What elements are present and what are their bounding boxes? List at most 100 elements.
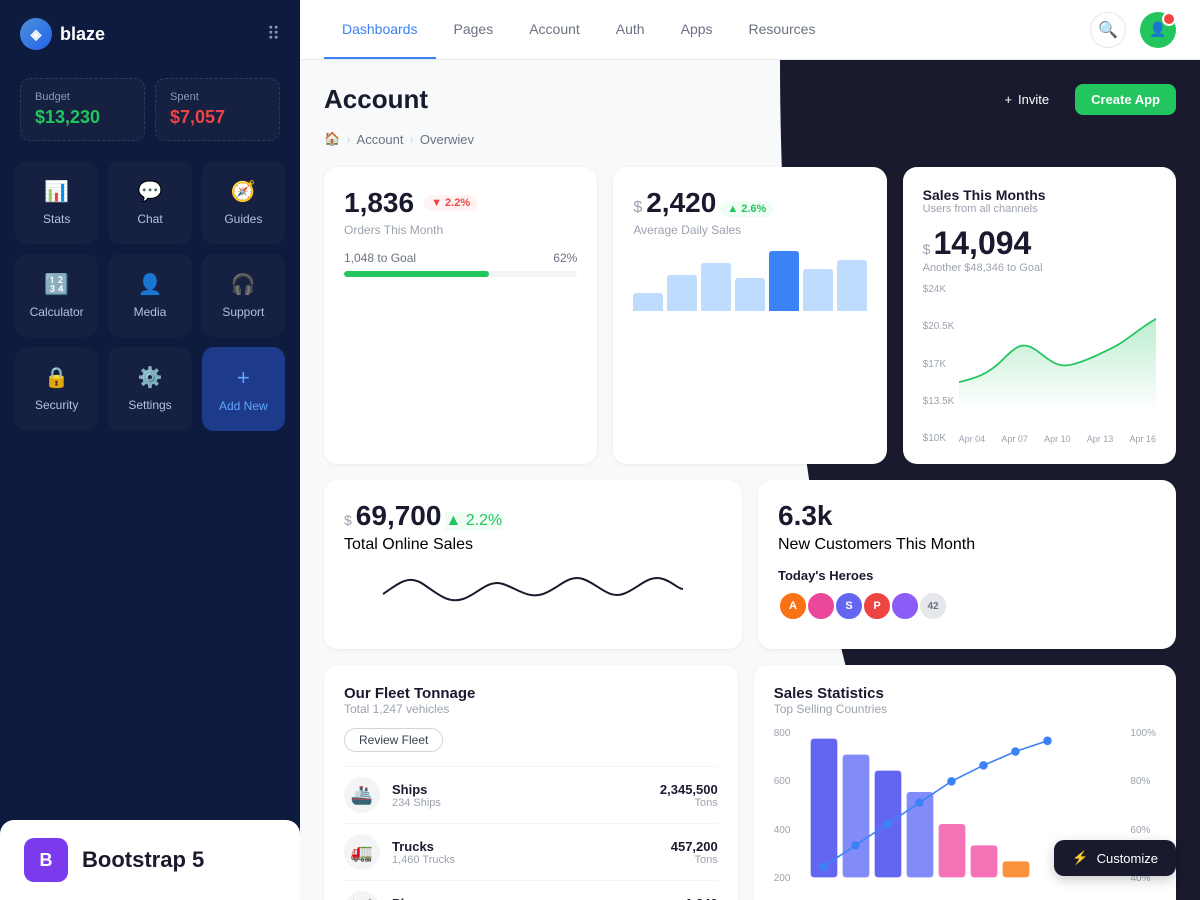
nav-label-support: Support [222, 305, 264, 319]
nav-item-stats[interactable]: 📊 Stats [15, 161, 98, 244]
user-avatar-button[interactable]: 👤 [1140, 12, 1176, 48]
spent-value: $7,057 [170, 107, 265, 128]
create-app-button[interactable]: Create App [1075, 84, 1176, 115]
nav-item-security[interactable]: 🔒 Security [15, 347, 98, 431]
top-nav-tabs: Dashboards Pages Account Auth Apps Resou… [324, 1, 833, 59]
sales-prefix: $ [923, 241, 931, 257]
trucks-value: 457,200 Tons [671, 839, 718, 866]
daily-sales-stat-card: $ 2,420 ▲ 2.6% Average Daily Sales [613, 167, 886, 464]
nav-label-media: Media [134, 305, 167, 319]
content-inner: Account + Invite Create App 🏠 › Account … [324, 84, 1176, 900]
sales-month-card: Sales This Months Users from all channel… [903, 167, 1176, 464]
daily-sales-label: Average Daily Sales [633, 223, 866, 237]
header-actions: + Invite Create App [988, 84, 1176, 115]
support-icon: 🎧 [231, 272, 256, 297]
bar-5 [769, 251, 799, 311]
nav-item-chat[interactable]: 💬 Chat [108, 161, 191, 244]
nav-item-guides[interactable]: 🧭 Guides [202, 161, 285, 244]
trucks-unit: Tons [671, 854, 718, 866]
online-sales-number: 69,700 [356, 500, 442, 532]
nav-item-support[interactable]: 🎧 Support [202, 254, 285, 337]
new-customers-card: 6.3k New Customers This Month Today's He… [758, 480, 1176, 649]
sales-month-chart: $24K $20.5K $17K $13.5K $10K [923, 284, 1156, 444]
nav-item-media[interactable]: 👤 Media [108, 254, 191, 337]
planes-icon: ✈️ [344, 891, 380, 900]
page-title: Account [324, 84, 428, 115]
bar-4 [735, 278, 765, 311]
fleet-title: Our Fleet Tonnage [344, 685, 718, 702]
tab-pages[interactable]: Pages [436, 1, 512, 59]
content-area: Account + Invite Create App 🏠 › Account … [300, 60, 1200, 900]
ships-value: 2,345,500 Tons [660, 782, 718, 809]
progress-goal-label: 1,048 to Goal [344, 251, 416, 265]
sidebar-header: ◈ blaze ⠿ [0, 0, 300, 68]
search-button[interactable]: 🔍 [1090, 12, 1126, 48]
bottom-grid: Our Fleet Tonnage Total 1,247 vehicles R… [324, 665, 1176, 900]
security-icon: 🔒 [44, 365, 69, 390]
wavy-chart [344, 564, 722, 624]
sy-1: 800 [774, 728, 791, 739]
progress-pct: 62% [553, 251, 577, 265]
ships-info: Ships 234 Ships [392, 782, 648, 809]
customize-button[interactable]: ⚡ Customize [1054, 840, 1176, 876]
invite-plus-icon: + [1004, 92, 1012, 107]
ships-icon: 🚢 [344, 777, 380, 813]
avatar-2 [806, 591, 836, 621]
tab-dashboards[interactable]: Dashboards [324, 1, 436, 59]
online-sales-badge: ▲ 2.2% [445, 512, 502, 530]
sales-big-num: 14,094 [933, 225, 1031, 262]
online-sales-label: Total Online Sales [344, 536, 722, 554]
bar-2 [667, 275, 697, 311]
fleet-row-trucks: 🚛 Trucks 1,460 Trucks 457,200 Tons [344, 823, 718, 880]
ships-unit: Tons [660, 797, 718, 809]
tab-apps[interactable]: Apps [663, 1, 731, 59]
x-label-5: Apr 16 [1129, 434, 1156, 444]
daily-sales-prefix: $ [633, 199, 642, 217]
y-label-1: $24K [923, 284, 955, 295]
heroes-avatars: A S P 42 [778, 591, 1156, 621]
nav-label-calculator: Calculator [30, 305, 84, 319]
nav-item-add-new[interactable]: + Add New [202, 347, 285, 431]
ships-sub: 234 Ships [392, 797, 648, 809]
ships-name: Ships [392, 782, 648, 797]
nav-item-calculator[interactable]: 🔢 Calculator [15, 254, 98, 337]
planes-info: Planes 8 Aircrafts [392, 896, 673, 900]
sy-2: 600 [774, 776, 791, 787]
nav-label-chat: Chat [137, 212, 162, 226]
new-customers-label: New Customers This Month [778, 536, 1156, 554]
fleet-row-planes: ✈️ Planes 8 Aircrafts 1,240 Tons [344, 880, 718, 900]
tab-resources[interactable]: Resources [731, 1, 834, 59]
fleet-card: Our Fleet Tonnage Total 1,247 vehicles R… [324, 665, 738, 900]
invite-button[interactable]: + Invite [988, 84, 1065, 115]
tab-account[interactable]: Account [511, 1, 598, 59]
progress-fill [344, 271, 489, 277]
breadcrumb-account[interactable]: Account [357, 132, 404, 147]
sy-3: 400 [774, 825, 791, 836]
stats-icon: 📊 [44, 179, 69, 204]
bar-1 [633, 293, 663, 311]
spct-1: 100% [1130, 728, 1156, 739]
bar-3 [701, 263, 731, 311]
home-icon: 🏠 [324, 131, 340, 147]
daily-sales-chart [633, 251, 866, 311]
stats-row-1: 1,836 ▼ 2.2% Orders This Month 1,048 to … [324, 167, 1176, 464]
breadcrumb-overview: Overwiev [420, 132, 474, 147]
customize-label: Customize [1097, 851, 1158, 866]
customize-icon: ⚡ [1072, 850, 1088, 866]
line-chart-svg [959, 284, 1156, 424]
online-sales-card: $ 69,700 ▲ 2.2% Total Online Sales [324, 480, 742, 649]
media-icon: 👤 [138, 272, 163, 297]
top-nav: Dashboards Pages Account Auth Apps Resou… [300, 0, 1200, 60]
menu-icon[interactable]: ⠿ [267, 24, 280, 45]
sales-goal-text: Another $48,346 to Goal [923, 262, 1156, 274]
nav-item-settings[interactable]: ⚙️ Settings [108, 347, 191, 431]
page-header: Account + Invite Create App [324, 84, 1176, 115]
nav-label-settings: Settings [128, 398, 171, 412]
tab-auth[interactable]: Auth [598, 1, 663, 59]
progress-track [344, 271, 577, 277]
bootstrap-icon: B [24, 838, 68, 882]
trucks-sub: 1,460 Trucks [392, 854, 659, 866]
nav-label-stats: Stats [43, 212, 70, 226]
review-fleet-button[interactable]: Review Fleet [344, 728, 443, 752]
x-label-3: Apr 10 [1044, 434, 1071, 444]
